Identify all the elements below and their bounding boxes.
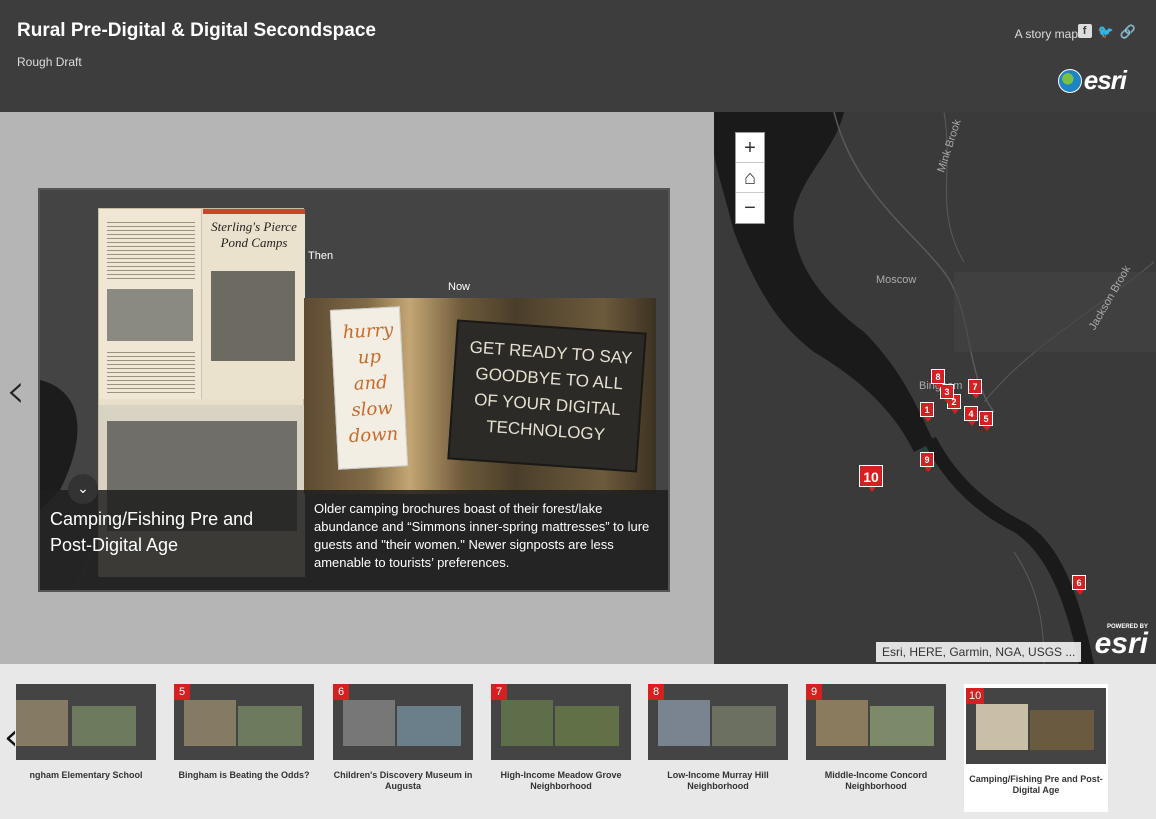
now-label: Now <box>448 281 471 293</box>
globe-icon <box>1057 68 1082 93</box>
carousel-item[interactable]: 8 Low-Income Murray Hill Neighborhood <box>648 684 788 792</box>
map-label-moscow: Moscow <box>876 274 917 286</box>
carousel-item-number: 7 <box>491 684 507 700</box>
slide-description: Older camping brochures boast of their f… <box>314 501 650 570</box>
map-pin[interactable]: 8 <box>931 369 945 389</box>
facebook-icon[interactable]: f <box>1077 24 1092 38</box>
carousel-item-label: Middle-Income Concord Neighborhood <box>824 770 928 791</box>
carousel-item-number: 5 <box>174 684 190 700</box>
hurry-sign: hurry up and slow down <box>329 306 409 470</box>
powered-by-brand: esri <box>1094 627 1148 660</box>
map-pin[interactable]: 4 <box>964 406 978 426</box>
then-label: Then <box>308 250 334 262</box>
carousel-item-number: 9 <box>806 684 822 700</box>
collapse-caption-chevron-down-icon[interactable]: ⌄ <box>68 474 98 504</box>
main-area: ‹ Sterling's Pierce Pond Camps Then Now <box>0 112 1156 664</box>
map-pin[interactable]: 7 <box>968 379 982 399</box>
share-bar: f 🐦 🔗 <box>1077 24 1136 40</box>
carousel-item-label: Camping/Fishing Pre and Post-Digital Age <box>969 774 1103 795</box>
esri-logo[interactable]: esri <box>1057 65 1127 96</box>
goodbye-sign: GET READY TO SAY GOODBYE TO ALL OF YOUR … <box>447 319 647 473</box>
media-panel: ‹ Sterling's Pierce Pond Camps Then Now <box>0 112 714 664</box>
carousel-item[interactable]: ngham Elementary School <box>16 684 156 781</box>
carousel-item-active[interactable]: 10 Camping/Fishing Pre and Post-Digital … <box>964 684 1108 812</box>
zoom-out-button[interactable]: − <box>736 193 764 223</box>
zoom-controls: + ⌂ − <box>735 132 765 224</box>
carousel-item[interactable]: 7 High-Income Meadow Grove Neighborhood <box>491 684 631 792</box>
carousel-item[interactable]: 5 Bingham is Beating the Odds? <box>174 684 314 781</box>
previous-slide-arrow-icon[interactable]: ‹ <box>6 367 25 415</box>
carousel-item-number: 8 <box>648 684 664 700</box>
carousel-item[interactable]: 9 Middle-Income Concord Neighborhood <box>806 684 946 792</box>
story-header: Rural Pre-Digital & Digital Secondspace … <box>0 0 1156 112</box>
map-attribution[interactable]: Esri, HERE, Garmin, NGA, USGS ... <box>876 642 1082 662</box>
slide-caption: Camping/Fishing Pre and Post-Digital Age… <box>40 490 668 590</box>
map-pin[interactable]: 9 <box>920 452 934 472</box>
home-icon[interactable]: ⌂ <box>736 163 764 193</box>
brochure-heading: Sterling's Pierce Pond Camps <box>211 219 297 250</box>
carousel-item-label: Low-Income Murray Hill Neighborhood <box>667 770 769 791</box>
carousel-item-label: Bingham is Beating the Odds? <box>178 770 310 780</box>
slide-carousel: ‹ ngham Elementary School 5 Bingham is B… <box>0 664 1156 819</box>
map-pin[interactable]: 10 <box>859 465 883 492</box>
map-pin[interactable]: 5 <box>979 411 993 431</box>
link-icon[interactable]: 🔗 <box>1120 24 1136 40</box>
story-map-label: A story map <box>1014 27 1078 41</box>
signpost-photo: hurry up and slow down GET READY TO SAY … <box>304 298 656 494</box>
zoom-in-button[interactable]: + <box>736 133 764 163</box>
carousel-item-label: ngham Elementary School <box>29 770 143 780</box>
map-pin[interactable]: 1 <box>920 402 934 422</box>
carousel-item-label: High-Income Meadow Grove Neighborhood <box>500 770 622 791</box>
powered-by-esri-logo[interactable]: POWERED BY esri <box>1094 624 1148 660</box>
map-pin[interactable]: 6 <box>1072 575 1086 595</box>
media-frame: Sterling's Pierce Pond Camps Then Now hu… <box>38 188 670 592</box>
carousel-item-label: Children's Discovery Museum in Augusta <box>333 770 473 791</box>
twitter-icon[interactable]: 🐦 <box>1098 24 1114 40</box>
carousel-item[interactable]: 6 Children's Discovery Museum in Augusta <box>333 684 473 792</box>
map-panel[interactable]: + ⌂ − Moscow Bingham Mink Brook Jackson … <box>714 112 1156 664</box>
slide-title: Camping/Fishing Pre and Post-Digital Age <box>50 509 254 555</box>
hurry-sign-text: hurry up and slow down <box>342 319 399 448</box>
carousel-item-number: 10 <box>966 688 985 704</box>
carousel-item-number: 6 <box>333 684 349 700</box>
goodbye-sign-text: GET READY TO SAY GOODBYE TO ALL OF YOUR … <box>469 337 633 445</box>
esri-logo-text: esri <box>1083 65 1127 95</box>
story-subtitle: Rough Draft <box>17 55 82 69</box>
story-title: Rural Pre-Digital & Digital Secondspace <box>17 20 376 41</box>
